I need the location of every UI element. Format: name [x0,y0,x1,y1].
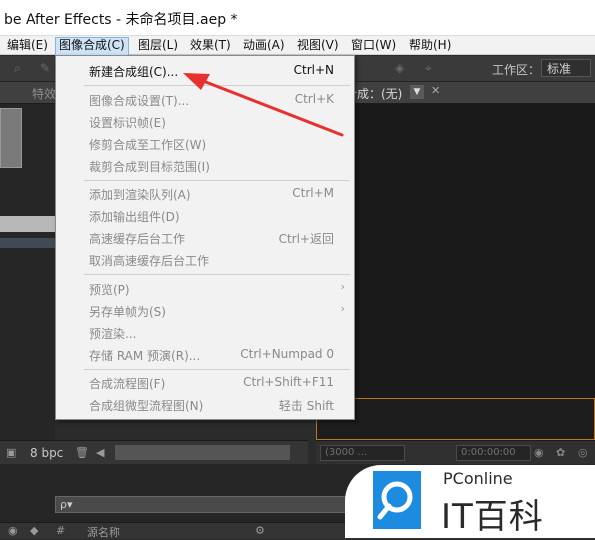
menu-edit[interactable]: 编辑(E) [4,37,51,54]
tool-icon[interactable]: ✎ [40,61,50,75]
menu-help[interactable]: 帮助(H) [406,37,454,54]
menu-item-save-ram-preview[interactable]: 存储 RAM 预演(R)... Ctrl+Numpad 0 [56,344,354,366]
menu-separator [84,274,350,275]
workspace-select[interactable]: 标准 [541,59,591,77]
project-list-row[interactable] [0,238,55,248]
title-bar: be After Effects - 未命名项目.aep * [0,0,595,36]
menu-item-cache-work[interactable]: 高速缓存后台工作 Ctrl+返回 [56,227,354,249]
pconline-logo-icon [373,471,421,529]
menu-item-pre-render[interactable]: 预渲染... [56,322,354,344]
menu-bar: 编辑(E) 图像合成(C) 图层(L) 效果(T) 动画(A) 视图(V) 窗口… [0,36,595,56]
watermark: PConline IT百科 [345,465,595,538]
menu-item-comp-flowchart[interactable]: 合成流程图(F) Ctrl+Shift+F11 [56,372,354,394]
timeline-search-input[interactable]: ρ▾ [55,496,355,513]
chevron-right-icon: › [340,302,345,315]
project-scrollbar[interactable] [115,445,290,460]
tab-effects[interactable]: 特效 [32,85,56,102]
eye-icon[interactable]: ◉ [8,524,18,537]
search-icon[interactable]: ⌕ [14,61,21,76]
menu-effect[interactable]: 效果(T) [187,37,234,54]
menu-separator [84,369,350,370]
menu-view[interactable]: 视图(V) [294,37,342,54]
color-icon[interactable]: ✿ [556,446,565,459]
menu-item-save-frame[interactable]: 另存单帧为(S) › [56,300,354,322]
menu-item-new-composition[interactable]: 新建合成组(C)... Ctrl+N [56,60,354,82]
menu-item-trim-comp[interactable]: 修剪合成至工作区(W) [56,133,354,155]
menu-item-crop-comp[interactable]: 裁剪合成到目标范围(I) [56,155,354,177]
menu-animation[interactable]: 动画(A) [240,37,288,54]
menu-item-preview[interactable]: 预览(P) › [56,278,354,300]
viewer-footer: (3000 ... 0:00:00:00 ◉ ✿ ◎ [316,440,595,464]
composition-viewer[interactable] [355,104,595,440]
channel-icon[interactable]: ◎ [578,446,588,459]
menu-item-composition-settings[interactable]: 图像合成设置(T)... Ctrl+K [56,89,354,111]
menu-separator [84,180,350,181]
project-footer: ▣ 8 bpc 🗑 ◀ [0,440,308,464]
composition-menu: 新建合成组(C)... Ctrl+N 图像合成设置(T)... Ctrl+K 设… [55,55,355,420]
pin-icon[interactable]: ⌖ [425,61,432,76]
bit-depth-button[interactable]: 8 bpc [30,446,63,460]
close-icon[interactable]: ✕ [431,84,440,97]
menu-item-add-render-queue[interactable]: 添加到渲染队列(A) Ctrl+M [56,183,354,205]
window-title: be After Effects - 未命名项目.aep * [4,12,238,28]
folder-icon[interactable]: ◀ [96,446,104,459]
project-column-header [0,216,55,232]
timecode-display[interactable]: 0:00:00:00 [456,445,531,461]
menu-window[interactable]: 窗口(W) [348,37,399,54]
watermark-site: PConline [443,469,513,488]
magnification-select[interactable]: (3000 ... [320,445,405,461]
label-icon[interactable]: ◆ [30,524,38,537]
number-icon: # [56,524,66,537]
project-thumbnail [0,108,22,168]
menu-item-set-poster-frame[interactable]: 设置标识帧(E) [56,111,354,133]
menu-item-cancel-cache[interactable]: 取消高速缓存后台工作 [56,249,354,271]
snap-icon[interactable]: ◈ [395,61,404,75]
menu-layer[interactable]: 图层(L) [135,37,181,54]
workspace-label: 工作区： [492,63,541,77]
menu-separator [84,85,350,86]
watermark-brand: IT百科 [441,497,544,537]
menu-item-add-output-module[interactable]: 添加输出组件(D) [56,205,354,227]
switches-icon[interactable]: ⚙ [255,524,265,537]
chevron-right-icon: › [340,280,345,293]
trash-icon[interactable]: 🗑 [75,446,89,459]
menu-composition[interactable]: 图像合成(C) [55,37,129,56]
flowchart-icon[interactable]: ▣ [6,446,16,459]
camera-icon[interactable]: ◉ [534,446,544,459]
chevron-down-icon[interactable]: ▼ [410,85,424,99]
menu-item-mini-flowchart[interactable]: 合成组微型流程图(N) 轻击 Shift [56,394,354,416]
composition-frame [316,398,595,440]
